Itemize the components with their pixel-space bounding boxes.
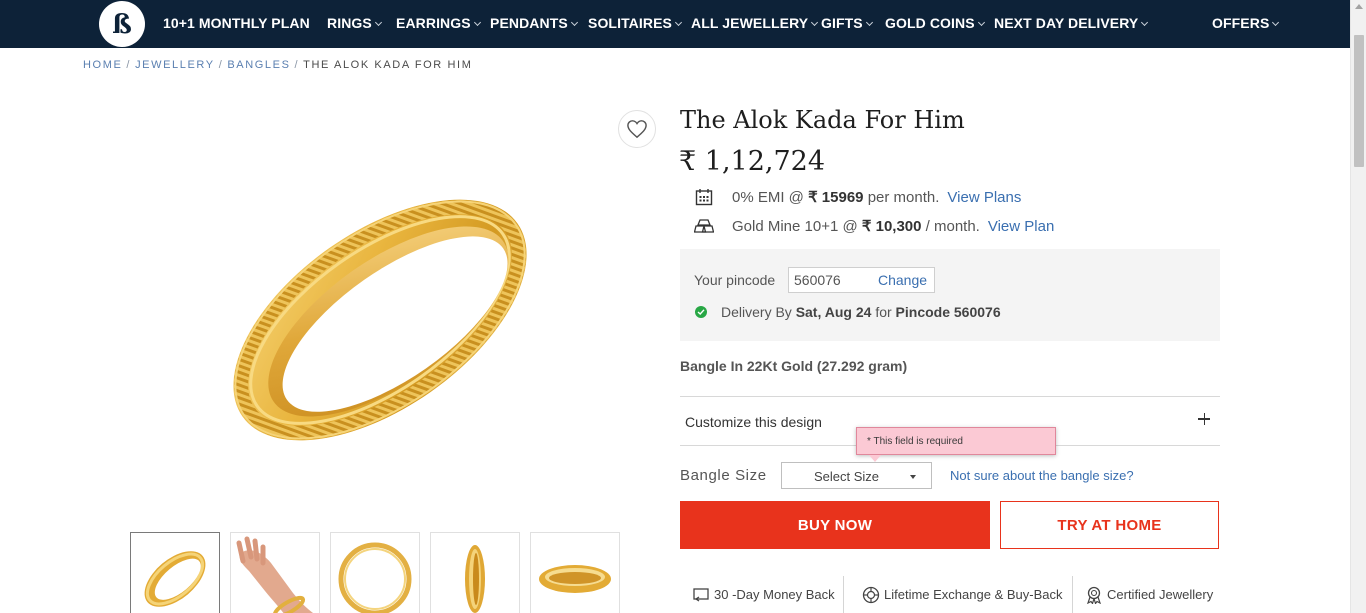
goldmine-row: Gold Mine 10+1 @ ₹ 10,300 / month. View … <box>694 216 1054 236</box>
thumbnail-3[interactable] <box>330 532 420 613</box>
scroll-up-arrow-icon[interactable] <box>1355 4 1363 9</box>
delivery-pincode: Pincode 560076 <box>895 304 1001 320</box>
nav-next-day-delivery[interactable]: NEXT DAY DELIVERY <box>994 15 1149 31</box>
wishlist-button[interactable] <box>618 110 656 148</box>
chevron-down-icon <box>570 18 578 27</box>
assurance-label: 30 -Day Money Back <box>714 587 835 602</box>
pincode-label: Your pincode <box>694 272 776 288</box>
calendar-icon <box>694 187 714 207</box>
nav-solitaires[interactable]: SOLITAIRES <box>588 15 683 31</box>
nav-gifts[interactable]: GIFTS <box>821 15 873 31</box>
bangle-on-wrist-thumb-icon <box>236 536 314 613</box>
bangle-image-icon <box>233 199 527 441</box>
delivery-estimate: Delivery By Sat, Aug 24 for Pincode 5600… <box>695 304 1001 320</box>
divider <box>680 396 1220 397</box>
breadcrumb-bangles[interactable]: BANGLES <box>227 59 290 71</box>
scrollbar-thumb[interactable] <box>1354 35 1364 167</box>
certificate-icon <box>1085 586 1103 604</box>
chevron-down-icon <box>674 18 683 27</box>
assurance-label: Certified Jewellery <box>1107 587 1214 602</box>
emi-suffix: per month. <box>867 188 940 206</box>
page-scrollbar[interactable] <box>1350 0 1366 613</box>
goldmine-amount: ₹ 10,300 <box>861 218 922 235</box>
assurance-label: Lifetime Exchange & Buy-Back <box>884 587 1063 602</box>
delivery-prefix: Delivery By <box>721 304 792 320</box>
nav-monthly-plan[interactable]: 10+1 MONTHLY PLAN <box>163 15 310 31</box>
emi-amount: ₹ 15969 <box>808 189 864 206</box>
bangle-side-thumb-icon <box>465 545 485 613</box>
chevron-down-icon <box>473 18 481 27</box>
bangle-front-thumb-icon <box>144 551 206 607</box>
breadcrumb-current: THE ALOK KADA FOR HIM <box>303 59 473 71</box>
view-plans-link[interactable]: View Plans <box>947 189 1021 206</box>
brand-logo[interactable]: ß <box>99 1 145 47</box>
check-circle-icon <box>695 306 707 318</box>
product-title: The Alok Kada For Him <box>680 106 965 134</box>
size-select-value: Select Size <box>814 469 880 484</box>
breadcrumb: HOME / JEWELLERY / BANGLES / THE ALOK KADA FOR… <box>83 59 473 71</box>
delivery-panel: Your pincode 560076 Change Delivery By S… <box>680 249 1220 341</box>
assurance-exchange: Lifetime Exchange & Buy-Back <box>862 576 1062 613</box>
top-navigation: ß 10+1 MONTHLY PLAN RINGS EARRINGS PENDA… <box>0 0 1350 48</box>
bangle-size-select[interactable]: Select Size <box>781 462 932 489</box>
bangle-top-thumb-icon <box>338 542 412 613</box>
thumbnail-2[interactable] <box>230 532 320 613</box>
chevron-down-icon <box>1272 18 1280 27</box>
bangle-flat-thumb-icon <box>539 565 611 593</box>
delivery-date: Sat, Aug 24 <box>795 304 872 320</box>
plus-icon[interactable] <box>1198 412 1212 426</box>
nav-rings[interactable]: RINGS <box>327 15 382 31</box>
pincode-change-link[interactable]: Change <box>878 272 927 288</box>
nav-earrings[interactable]: EARRINGS <box>396 15 481 31</box>
nav-offers[interactable]: OFFERS <box>1212 15 1280 31</box>
return-icon <box>692 587 710 603</box>
view-plan-link[interactable]: View Plan <box>988 218 1054 235</box>
delivery-for: for <box>875 304 892 320</box>
heart-icon <box>627 120 647 139</box>
chevron-down-icon <box>811 18 819 27</box>
caret-down-icon <box>910 475 916 479</box>
assurance-money-back: 30 -Day Money Back <box>692 576 835 613</box>
product-description: Bangle In 22Kt Gold (27.292 gram) <box>680 358 908 374</box>
buy-now-button[interactable]: BUY NOW <box>680 501 990 549</box>
goldmine-prefix: Gold Mine 10+1 @ <box>732 217 858 235</box>
thumbnail-5[interactable] <box>530 532 620 613</box>
thumbnail-1[interactable] <box>130 532 220 613</box>
chevron-down-icon <box>865 18 873 27</box>
chevron-down-icon <box>374 18 382 27</box>
chevron-down-icon <box>977 18 985 27</box>
svg-text:ß: ß <box>112 10 132 40</box>
exchange-icon <box>862 586 880 604</box>
emi-prefix: 0% EMI @ <box>732 188 804 206</box>
thumbnail-4[interactable] <box>430 532 520 613</box>
divider <box>1072 576 1073 613</box>
try-at-home-button[interactable]: TRY AT HOME <box>1000 501 1219 549</box>
customize-design-toggle[interactable]: Customize this design <box>685 414 822 430</box>
breadcrumb-jewellery[interactable]: JEWELLERY <box>135 59 215 71</box>
goldmine-suffix: / month. <box>925 217 980 235</box>
product-main-image[interactable] <box>200 120 560 500</box>
validation-tooltip: * This field is required <box>856 427 1056 455</box>
nav-pendants[interactable]: PENDANTS <box>490 15 578 31</box>
logo-mark-icon: ß <box>112 10 132 40</box>
breadcrumb-home[interactable]: HOME <box>83 59 122 71</box>
chevron-down-icon <box>1141 18 1149 27</box>
nav-all-jewellery[interactable]: ALL JEWELLERY <box>691 15 819 31</box>
emi-row: 0% EMI @ ₹ 15969 per month. View Plans <box>694 187 1021 207</box>
size-guide-link[interactable]: Not sure about the bangle size? <box>950 468 1134 483</box>
gold-bars-icon <box>694 216 714 236</box>
product-price: ₹ 1,12,724 <box>679 146 825 177</box>
divider <box>843 576 844 613</box>
bangle-size-label: Bangle Size <box>680 467 767 484</box>
nav-gold-coins[interactable]: GOLD COINS <box>885 15 985 31</box>
assurance-certified: Certified Jewellery <box>1085 576 1213 613</box>
tooltip-arrow <box>869 455 881 462</box>
